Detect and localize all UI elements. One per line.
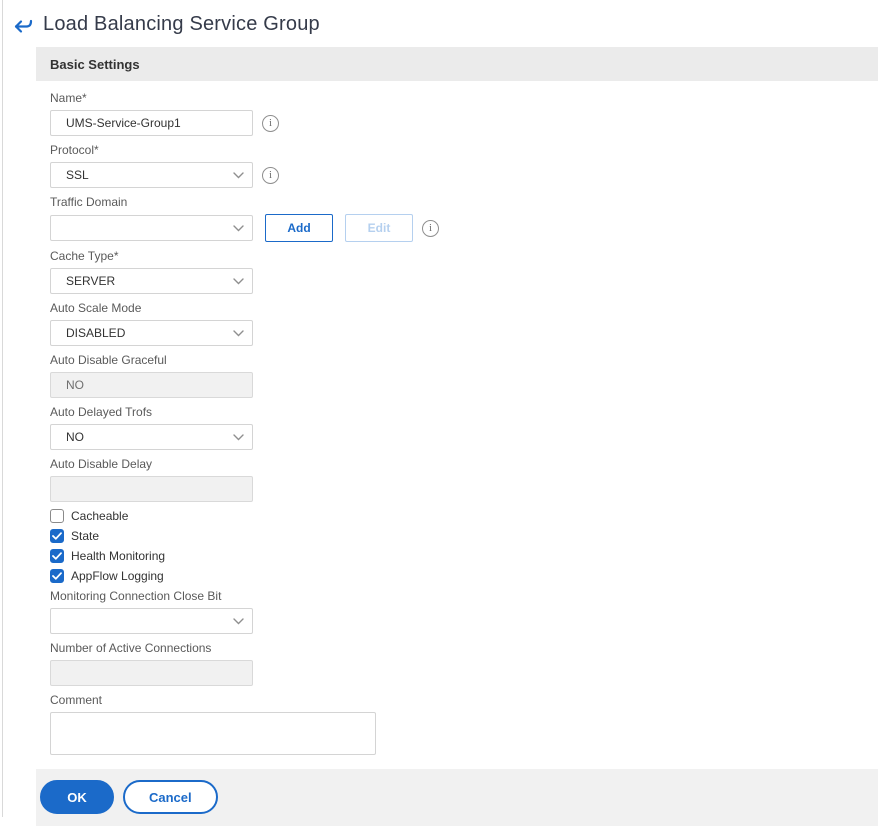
- check-icon: [52, 572, 62, 580]
- panel-footer: OK Cancel: [36, 769, 878, 826]
- check-icon: [52, 532, 62, 540]
- auto-delayed-trofs-select[interactable]: NO: [50, 424, 253, 450]
- info-icon[interactable]: i: [422, 219, 439, 237]
- monitoring-connection-close-bit-label: Monitoring Connection Close Bit: [50, 589, 222, 603]
- field-name: Name* i: [50, 91, 864, 136]
- panel-header-basic-settings: Basic Settings: [36, 47, 878, 81]
- page-title: Load Balancing Service Group: [43, 13, 320, 35]
- checkbox-row-state[interactable]: State: [50, 529, 864, 543]
- health-monitoring-label: Health Monitoring: [71, 549, 166, 563]
- appflow-logging-label: AppFlow Logging: [71, 569, 164, 583]
- protocol-selected-value: SSL: [66, 168, 89, 182]
- field-comment: Comment: [50, 693, 864, 760]
- edit-button[interactable]: Edit: [345, 214, 413, 242]
- checkbox-row-health-monitoring[interactable]: Health Monitoring: [50, 549, 864, 563]
- auto-disable-delay-input: [50, 476, 253, 502]
- panel-body: Name* i Protocol* SSL i Traffic Domain: [36, 81, 878, 769]
- auto-delayed-trofs-selected-value: NO: [66, 430, 84, 444]
- field-auto-disable-delay: Auto Disable Delay: [50, 457, 864, 502]
- cache-type-selected-value: SERVER: [66, 274, 116, 288]
- field-auto-scale-mode: Auto Scale Mode DISABLED: [50, 301, 864, 346]
- number-of-active-connections-input: [50, 660, 253, 686]
- name-input[interactable]: [50, 110, 253, 136]
- auto-disable-delay-label: Auto Disable Delay: [50, 457, 153, 471]
- protocol-select[interactable]: SSL: [50, 162, 253, 188]
- check-icon: [52, 552, 62, 560]
- back-arrow-icon[interactable]: [12, 14, 34, 36]
- cache-type-label: Cache Type*: [50, 249, 119, 263]
- traffic-domain-label: Traffic Domain: [50, 195, 128, 209]
- field-cache-type: Cache Type* SERVER: [50, 249, 864, 294]
- chevron-down-icon: [233, 433, 244, 440]
- chevron-down-icon: [233, 171, 244, 178]
- comment-textarea[interactable]: [50, 712, 376, 755]
- auto-scale-mode-selected-value: DISABLED: [66, 326, 126, 340]
- cacheable-checkbox[interactable]: [50, 509, 64, 523]
- number-of-active-connections-label: Number of Active Connections: [50, 641, 212, 655]
- field-monitoring-connection-close-bit: Monitoring Connection Close Bit: [50, 589, 864, 634]
- chevron-down-icon: [233, 329, 244, 336]
- info-icon[interactable]: i: [262, 114, 279, 132]
- field-auto-disable-graceful: Auto Disable Graceful: [50, 353, 864, 398]
- appflow-logging-checkbox[interactable]: [50, 569, 64, 583]
- field-protocol: Protocol* SSL i: [50, 143, 864, 188]
- state-checkbox[interactable]: [50, 529, 64, 543]
- field-traffic-domain: Traffic Domain Add Edit i: [50, 195, 864, 242]
- info-icon[interactable]: i: [262, 166, 279, 184]
- field-number-of-active-connections: Number of Active Connections: [50, 641, 864, 686]
- checkbox-row-appflow-logging[interactable]: AppFlow Logging: [50, 569, 864, 583]
- auto-scale-mode-select[interactable]: DISABLED: [50, 320, 253, 346]
- monitoring-connection-close-bit-select[interactable]: [50, 608, 253, 634]
- cache-type-select[interactable]: SERVER: [50, 268, 253, 294]
- name-label: Name*: [50, 91, 87, 105]
- field-auto-delayed-trofs: Auto Delayed Trofs NO: [50, 405, 864, 450]
- health-monitoring-checkbox[interactable]: [50, 549, 64, 563]
- checkbox-row-cacheable[interactable]: Cacheable: [50, 509, 864, 523]
- auto-scale-mode-label: Auto Scale Mode: [50, 301, 142, 315]
- page-left-border: [2, 0, 3, 817]
- auto-delayed-trofs-label: Auto Delayed Trofs: [50, 405, 153, 419]
- traffic-domain-select[interactable]: [50, 215, 253, 241]
- cancel-button[interactable]: Cancel: [123, 780, 218, 814]
- basic-settings-panel: Basic Settings Name* i Protocol* SSL i T…: [36, 47, 878, 826]
- cacheable-label: Cacheable: [71, 509, 129, 523]
- ok-button[interactable]: OK: [40, 780, 114, 814]
- page-header: Load Balancing Service Group: [0, 0, 878, 36]
- auto-disable-graceful-label: Auto Disable Graceful: [50, 353, 167, 367]
- comment-label: Comment: [50, 693, 103, 707]
- chevron-down-icon: [233, 277, 244, 284]
- add-button[interactable]: Add: [265, 214, 333, 242]
- auto-disable-graceful-input: [50, 372, 253, 398]
- checkbox-group: Cacheable State Health Monitoring AppFlo…: [50, 509, 864, 583]
- protocol-label: Protocol*: [50, 143, 99, 157]
- state-label: State: [71, 529, 100, 543]
- chevron-down-icon: [233, 224, 244, 231]
- chevron-down-icon: [233, 617, 244, 624]
